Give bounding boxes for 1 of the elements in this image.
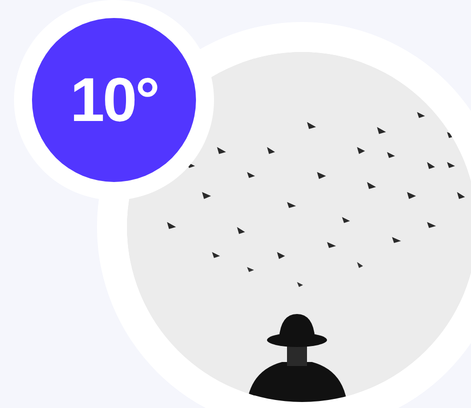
temperature-badge: 10° bbox=[32, 18, 196, 182]
